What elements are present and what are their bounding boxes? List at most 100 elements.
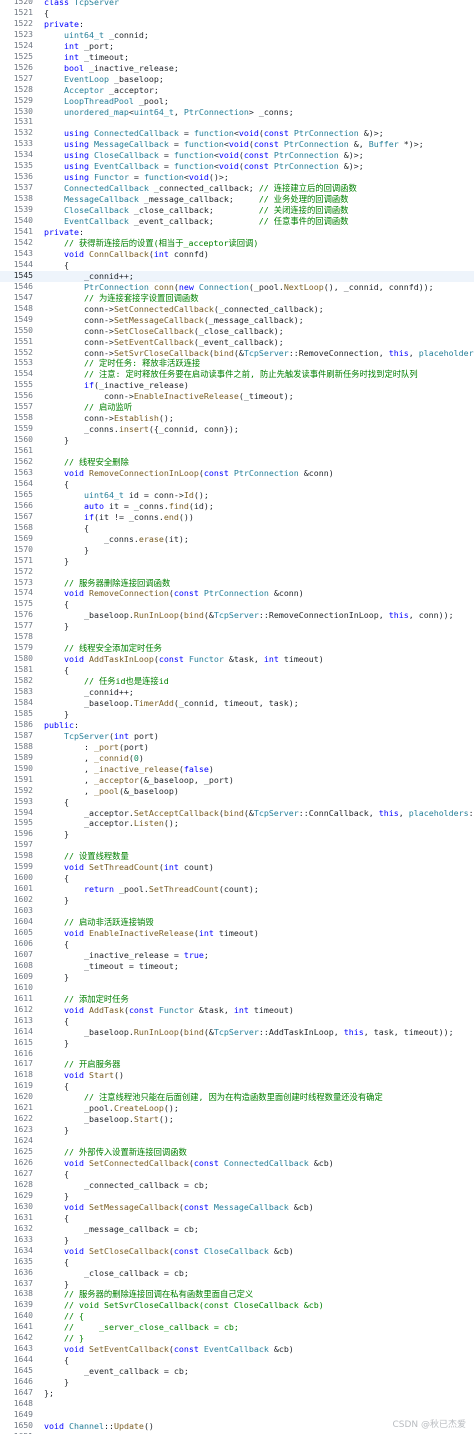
code-line[interactable]: 1594 _acceptor.SetAcceptCallback(bind(&T…	[0, 808, 474, 819]
code-line[interactable]: 1546 PtrConnection conn(new Connection(_…	[0, 282, 474, 293]
code-line[interactable]: 1643 void SetEventCallback(const EventCa…	[0, 1344, 474, 1355]
code-line[interactable]: 1630 void SetMessageCallback(const Messa…	[0, 1202, 474, 1213]
code-line[interactable]: 1549 conn->SetMessageCallback(_message_c…	[0, 315, 474, 326]
code-line[interactable]: 1561	[0, 446, 474, 457]
code-line[interactable]: 1582 // 任务id也是连接id	[0, 676, 474, 687]
code-line[interactable]: 1552 conn->SetSvrCloseCallback(bind(&Tcp…	[0, 348, 474, 359]
code-line[interactable]: 1570 }	[0, 545, 474, 556]
code-line[interactable]: 1564 {	[0, 479, 474, 490]
code-line[interactable]: 1646 }	[0, 1377, 474, 1388]
code-line[interactable]: 1621 _pool.CreateLoop();	[0, 1103, 474, 1114]
code-line[interactable]: 1545 _connid++;	[0, 270, 474, 282]
code-line[interactable]: 1608 _timeout = timeout;	[0, 961, 474, 972]
code-line[interactable]: 1567 if(it != _conns.end())	[0, 512, 474, 523]
code-line[interactable]: 1547 // 为连接套接字设置回调函数	[0, 293, 474, 304]
code-line[interactable]: 1588 : _port(port)	[0, 742, 474, 753]
code-line[interactable]: 1575 {	[0, 599, 474, 610]
code-line[interactable]: 1540 EventCallback _event_callback; // 任…	[0, 216, 474, 227]
code-line[interactable]: 1535 using EventCallback = function<void…	[0, 161, 474, 172]
code-line[interactable]: 1597	[0, 840, 474, 851]
code-line[interactable]: 1605 void EnableInactiveRelease(int time…	[0, 928, 474, 939]
code-line[interactable]: 1614 _baseloop.RunInLoop(bind(&TcpServer…	[0, 1027, 474, 1038]
code-line[interactable]: 1634 void SetCloseCallback(const CloseCa…	[0, 1246, 474, 1257]
code-line[interactable]: 1639 // void SetSvrCloseCallback(const C…	[0, 1300, 474, 1311]
code-line[interactable]: 1627 {	[0, 1169, 474, 1180]
code-line[interactable]: 1591 , _acceptor(&_baseloop, _port)	[0, 775, 474, 786]
code-line[interactable]: 1583 _connid++;	[0, 687, 474, 698]
code-line[interactable]: 1615 }	[0, 1038, 474, 1049]
code-line[interactable]: 1613 {	[0, 1016, 474, 1027]
code-line[interactable]: 1526 bool _inactive_release;	[0, 63, 474, 74]
code-line[interactable]: 1633 }	[0, 1235, 474, 1246]
code-line[interactable]: 1612 void AddTask(const Functor &task, i…	[0, 1005, 474, 1016]
code-line[interactable]: 1599 void SetThreadCount(int count)	[0, 862, 474, 873]
code-line[interactable]: 1579 // 线程安全添加定时任务	[0, 643, 474, 654]
code-line[interactable]: 1566 auto it = _conns.find(id);	[0, 501, 474, 512]
code-line[interactable]: 1592 , _pool(&_baseloop)	[0, 786, 474, 797]
code-line[interactable]: 1568 {	[0, 523, 474, 534]
code-line[interactable]: 1553 // 定时任务: 释放非活跃连接	[0, 358, 474, 369]
code-line[interactable]: 1530 unordered_map<uint64_t, PtrConnecti…	[0, 107, 474, 118]
code-line[interactable]: 1551 conn->SetEventCallback(_event_callb…	[0, 337, 474, 348]
code-line[interactable]: 1609 }	[0, 972, 474, 983]
code-line[interactable]: 1557 // 启动监听	[0, 402, 474, 413]
code-line[interactable]: 1560 }	[0, 435, 474, 446]
code-line[interactable]: 1598 // 设置线程数量	[0, 851, 474, 862]
code-line[interactable]: 1602 }	[0, 895, 474, 906]
code-line[interactable]: 1638 // 服务器的删除连接回调在私有函数里面自己定义	[0, 1289, 474, 1300]
code-line[interactable]: 1534 using CloseCallback = function<void…	[0, 150, 474, 161]
code-line[interactable]: 1574 void RemoveConnection(const PtrConn…	[0, 588, 474, 599]
code-line[interactable]: 1563 void RemoveConnectionInLoop(const P…	[0, 468, 474, 479]
code-line[interactable]: 1555 if(_inactive_release)	[0, 380, 474, 391]
code-line[interactable]: 1550 conn->SetCloseCallback(_close_callb…	[0, 326, 474, 337]
code-line[interactable]: 1529 LoopThreadPool _pool;	[0, 96, 474, 107]
code-line[interactable]: 1525 int _timeout;	[0, 52, 474, 63]
code-line[interactable]: 1527 EventLoop _baseloop;	[0, 74, 474, 85]
code-line[interactable]: 1541 private:	[0, 227, 474, 238]
code-line[interactable]: 1623 }	[0, 1125, 474, 1136]
code-line[interactable]: 1590 , _inactive_release(false)	[0, 764, 474, 775]
code-line[interactable]: 1611 // 添加定时任务	[0, 994, 474, 1005]
code-line[interactable]: 1593 {	[0, 797, 474, 808]
code-line[interactable]: 1596 }	[0, 829, 474, 840]
code-line[interactable]: 1573 // 服务器删除连接回调函数	[0, 578, 474, 589]
code-line[interactable]: 1641 // _server_close_callback = cb;	[0, 1322, 474, 1333]
code-line[interactable]: 1586 public:	[0, 720, 474, 731]
code-line[interactable]: 1610	[0, 983, 474, 994]
code-line[interactable]: 1637 }	[0, 1279, 474, 1290]
code-line[interactable]: 1539 CloseCallback _close_callback; // 关…	[0, 205, 474, 216]
code-line[interactable]: 1536 using Functor = function<void()>;	[0, 172, 474, 183]
code-line[interactable]: 1581 {	[0, 665, 474, 676]
code-line[interactable]: 1577 }	[0, 621, 474, 632]
code-line[interactable]: 1565 uint64_t id = conn->Id();	[0, 490, 474, 501]
code-line[interactable]: 1562 // 线程安全删除	[0, 457, 474, 468]
code-line[interactable]: 1632 _message_callback = cb;	[0, 1224, 474, 1235]
code-line[interactable]: 1572	[0, 567, 474, 578]
code-line[interactable]: 1645 _event_callback = cb;	[0, 1366, 474, 1377]
code-line[interactable]: 1584 _baseloop.TimerAdd(_connid, timeout…	[0, 698, 474, 709]
code-line[interactable]: 1629 }	[0, 1191, 474, 1202]
code-line[interactable]: 1640 // {	[0, 1311, 474, 1322]
code-line[interactable]: 1571 }	[0, 556, 474, 567]
code-line[interactable]: 1622 _baseloop.Start();	[0, 1114, 474, 1125]
code-line[interactable]: 1625 // 外部传入设置新连接回调函数	[0, 1147, 474, 1158]
code-line[interactable]: 1620 // 注意线程池只能在后面创建, 因为在构造函数里面创建时线程数量还没…	[0, 1092, 474, 1103]
code-line[interactable]: 1603	[0, 906, 474, 917]
code-editor[interactable]: 1520 class TcpServer 1521{1522 private: 1523…	[0, 0, 474, 1434]
code-line[interactable]: 1524 int _port;	[0, 41, 474, 52]
code-line[interactable]: 1604 // 启动非活跃连接销毁	[0, 917, 474, 928]
code-line[interactable]: 1628 _connected_callback = cb;	[0, 1180, 474, 1191]
code-line[interactable]: 1587 TcpServer(int port)	[0, 731, 474, 742]
code-line[interactable]: 1616	[0, 1049, 474, 1060]
code-line[interactable]: 1607 _inactive_release = true;	[0, 950, 474, 961]
code-line[interactable]: 1601 return _pool.SetThreadCount(count);	[0, 884, 474, 895]
code-line[interactable]: 1617 // 开启服务器	[0, 1059, 474, 1070]
code-line[interactable]: 1585 }	[0, 709, 474, 720]
code-line[interactable]: 1589 , _connid(0)	[0, 753, 474, 764]
code-line[interactable]: 1576 _baseloop.RunInLoop(bind(&TcpServer…	[0, 610, 474, 621]
code-line[interactable]: 1644 {	[0, 1355, 474, 1366]
code-line[interactable]: 1548 conn->SetConnectedCallback(_connect…	[0, 304, 474, 315]
code-line[interactable]: 1635 {	[0, 1257, 474, 1268]
code-line[interactable]: 1522 private:	[0, 19, 474, 30]
code-line[interactable]: 1528 Acceptor _acceptor;	[0, 85, 474, 96]
